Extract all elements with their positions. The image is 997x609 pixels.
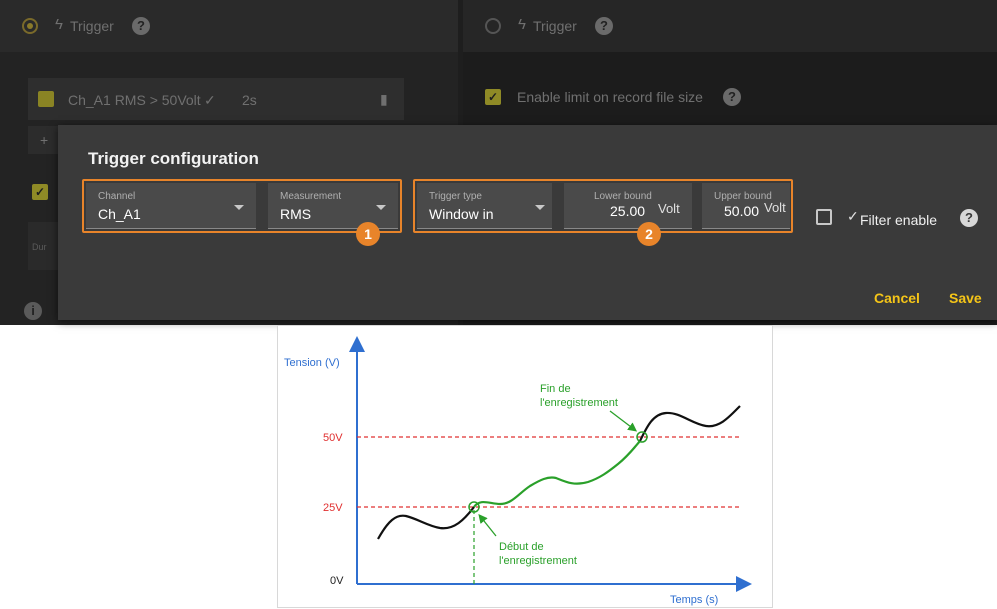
add-rule-button[interactable]: + — [28, 126, 60, 154]
chevron-down-icon — [376, 205, 386, 210]
lightning-icon: ϟ — [518, 16, 526, 33]
left-panel-header — [0, 0, 458, 52]
trigger-type-label: Trigger type — [429, 191, 482, 202]
x-axis-label: Temps (s) — [670, 594, 718, 606]
lower-bound-value: 25.00 — [610, 203, 646, 219]
upper-bound-unit: Volt — [764, 200, 786, 215]
lower-bound-unit: Volt — [658, 201, 680, 216]
right-trigger-help-icon[interactable]: ? — [595, 17, 613, 35]
lower-bound-input[interactable]: Lower bound 25.00 Volt — [564, 183, 692, 229]
trigger-type-value: Window in — [429, 206, 494, 222]
enable-limit-label: Enable limit on record file size — [517, 89, 703, 105]
chevron-down-icon — [535, 205, 545, 210]
left-checkbox[interactable]: ✓ — [32, 184, 48, 200]
end-annotation-arrow — [609, 410, 638, 432]
left-trigger-label: Trigger — [70, 18, 114, 34]
filter-icon: ✓ — [204, 92, 216, 108]
enable-limit-checkbox[interactable]: ✓ — [485, 89, 501, 105]
duration-field-label: Dur — [32, 242, 47, 252]
measurement-label: Measurement — [280, 191, 342, 202]
signal-after-recording — [639, 405, 741, 442]
filter-icon: ✓ — [847, 208, 859, 224]
trigger-rule-row[interactable]: Ch_A1 RMS > 50Volt ✓ 2s ▮ — [28, 78, 404, 120]
cancel-button[interactable]: Cancel — [874, 290, 920, 306]
lower-bound-label: Lower bound — [594, 191, 652, 202]
trigger-window-diagram: Tension (V) Temps (s) 50V 25V 0V Début d… — [277, 325, 773, 608]
right-trigger-radio[interactable] — [485, 18, 501, 34]
annotation-badge-2: 2 — [637, 222, 661, 246]
annotation-badge-1: 1 — [356, 222, 380, 246]
channel-label: Channel — [98, 191, 136, 202]
left-trigger-radio[interactable] — [22, 18, 38, 34]
y-axis-label: Tension (V) — [284, 357, 340, 369]
save-button[interactable]: Save — [949, 290, 982, 306]
diagram-svg: Tension (V) Temps (s) 50V 25V 0V Début d… — [284, 336, 752, 606]
trigger-configuration-dialog: Trigger configuration Channel Ch_A1 Meas… — [58, 125, 997, 320]
start-annotation-arrow — [478, 513, 497, 537]
signal-during-recording — [473, 440, 641, 508]
start-annotation-line-2: l'enregistrement — [499, 555, 577, 567]
chevron-down-icon — [234, 205, 244, 210]
rule-duration: 2s — [242, 92, 257, 108]
plus-icon: + — [40, 132, 49, 148]
rule-color-swatch — [38, 91, 54, 107]
level-25v-label: 25V — [323, 502, 343, 514]
start-annotation-line-1: Début de — [499, 541, 544, 553]
dialog-title: Trigger configuration — [88, 149, 259, 168]
measurement-value: RMS — [280, 206, 312, 222]
lightning-icon: ϟ — [55, 16, 63, 33]
filter-enable-checkbox[interactable] — [816, 209, 832, 225]
left-trigger-help-icon[interactable]: ? — [132, 17, 150, 35]
signal-before-recording — [377, 506, 475, 540]
delete-icon[interactable]: ▮ — [380, 91, 388, 108]
channel-select[interactable]: Channel Ch_A1 — [86, 183, 256, 229]
measurement-select[interactable]: Measurement RMS — [268, 183, 398, 229]
end-annotation-line-2: l'enregistrement — [540, 397, 618, 409]
rule-text: Ch_A1 RMS > 50Volt — [68, 92, 201, 108]
filter-enable-label: Filter enable — [860, 212, 938, 228]
level-0v-label: 0V — [330, 575, 344, 587]
info-icon[interactable]: i — [24, 302, 42, 320]
end-annotation-line-1: Fin de — [540, 383, 571, 395]
trigger-type-select[interactable]: Trigger type Window in — [417, 183, 552, 229]
enable-limit-help-icon[interactable]: ? — [723, 88, 741, 106]
upper-bound-input[interactable]: Upper bound 50.00 Volt — [702, 183, 790, 229]
upper-bound-value: 50.00 — [724, 203, 760, 219]
level-50v-label: 50V — [323, 432, 343, 444]
channel-value: Ch_A1 — [98, 206, 141, 222]
right-trigger-label: Trigger — [533, 18, 577, 34]
filter-help-icon[interactable]: ? — [960, 209, 978, 227]
